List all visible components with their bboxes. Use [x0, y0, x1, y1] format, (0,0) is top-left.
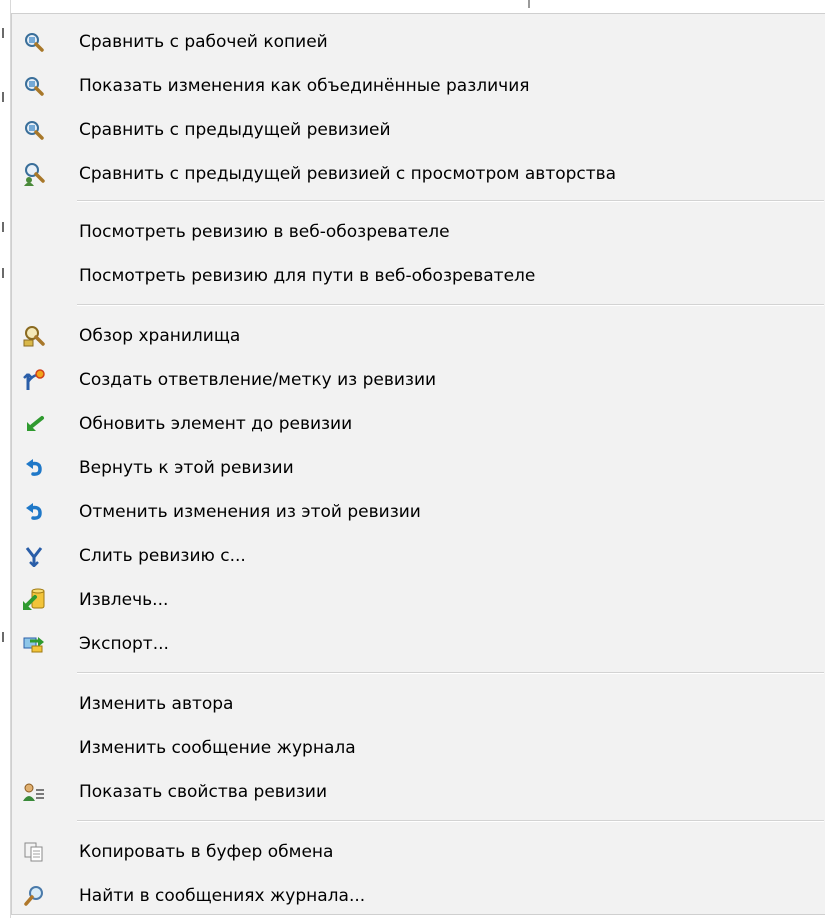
context-menu: Сравнить с рабочей копией Показать измен… — [11, 13, 825, 915]
properties-icon — [20, 778, 48, 806]
menu-item-label: Экспорт... — [79, 634, 169, 654]
menu-item-search-log[interactable]: Найти в сообщениях журнала... — [12, 874, 824, 918]
window-left-edge — [0, 0, 11, 918]
window-top-mark — [528, 0, 530, 8]
menu-item-unified-diff[interactable]: Показать изменения как объединённые разл… — [12, 64, 824, 108]
export-icon — [20, 630, 48, 658]
menu-separator-highlight — [77, 821, 824, 822]
menu-item-checkout[interactable]: Извлечь... — [12, 578, 824, 622]
menu-item-label: Извлечь... — [79, 590, 169, 610]
menu-item-label: Найти в сообщениях журнала... — [79, 886, 366, 906]
menu-item-create-branch[interactable]: Создать ответвление/метку из ревизии — [12, 358, 824, 402]
menu-item-label: Сравнить с предыдущей ревизией с просмот… — [79, 164, 617, 184]
menu-item-label: Показать свойства ревизии — [79, 782, 328, 802]
menu-item-label: Обзор хранилища — [79, 326, 241, 346]
merge-icon — [20, 542, 48, 570]
search-icon — [20, 882, 48, 910]
copy-icon — [20, 838, 48, 866]
menu-item-merge-revision[interactable]: Слить ревизию с... — [12, 534, 824, 578]
menu-item-update-to-revision[interactable]: Обновить элемент до ревизии — [12, 402, 824, 446]
menu-item-label: Показать изменения как объединённые разл… — [79, 76, 530, 96]
menu-item-export[interactable]: Экспорт... — [12, 622, 824, 666]
edge-mark — [2, 268, 4, 278]
revert-icon — [20, 454, 48, 482]
menu-separator-highlight — [77, 305, 824, 306]
magnifier-icon — [20, 116, 48, 144]
menu-item-compare-previous-blame[interactable]: Сравнить с предыдущей ревизией с просмот… — [12, 152, 824, 196]
menu-item-undo-changes[interactable]: Отменить изменения из этой ревизии — [12, 490, 824, 534]
menu-item-label: Вернуть к этой ревизии — [79, 458, 294, 478]
update-arrow-icon — [20, 410, 48, 438]
revert-icon — [20, 498, 48, 526]
menu-item-repo-browser[interactable]: Обзор хранилища — [12, 314, 824, 358]
blame-icon — [20, 160, 48, 188]
edge-mark — [2, 632, 4, 642]
edge-mark — [2, 92, 4, 102]
menu-item-compare-working-copy[interactable]: Сравнить с рабочей копией — [12, 20, 824, 64]
menu-item-label: Обновить элемент до ревизии — [79, 414, 353, 434]
repo-browser-icon — [20, 322, 48, 350]
branch-icon — [20, 366, 48, 394]
menu-item-label: Создать ответвление/метку из ревизии — [79, 370, 437, 390]
menu-item-copy-to-clipboard[interactable]: Копировать в буфер обмена — [12, 830, 824, 874]
menu-item-compare-previous[interactable]: Сравнить с предыдущей ревизией — [12, 108, 824, 152]
magnifier-icon — [20, 72, 48, 100]
menu-item-label: Отменить изменения из этой ревизии — [79, 502, 421, 522]
menu-item-edit-log-message[interactable]: Изменить сообщение журнала — [12, 726, 824, 770]
menu-item-view-path-in-browser[interactable]: Посмотреть ревизию для пути в веб-обозре… — [12, 254, 824, 298]
checkout-icon — [20, 586, 48, 614]
menu-item-revert-to-revision[interactable]: Вернуть к этой ревизии — [12, 446, 824, 490]
menu-item-label: Посмотреть ревизию для пути в веб-обозре… — [79, 266, 536, 286]
menu-item-label: Посмотреть ревизию в веб-обозревателе — [79, 222, 450, 242]
menu-item-show-revision-properties[interactable]: Показать свойства ревизии — [12, 770, 824, 814]
menu-item-label: Изменить сообщение журнала — [79, 738, 356, 758]
menu-item-label: Копировать в буфер обмена — [79, 842, 334, 862]
menu-item-label: Сравнить с рабочей копией — [79, 32, 328, 52]
edge-mark — [2, 222, 4, 232]
menu-separator-highlight — [77, 201, 824, 202]
menu-item-label: Изменить автора — [79, 694, 234, 714]
menu-item-view-in-browser[interactable]: Посмотреть ревизию в веб-обозревателе — [12, 210, 824, 254]
edge-mark — [2, 28, 4, 38]
menu-item-edit-author[interactable]: Изменить автора — [12, 682, 824, 726]
menu-item-label: Слить ревизию с... — [79, 546, 246, 566]
menu-item-label: Сравнить с предыдущей ревизией — [79, 120, 391, 140]
magnifier-icon — [20, 28, 48, 56]
menu-separator-highlight — [77, 673, 824, 674]
